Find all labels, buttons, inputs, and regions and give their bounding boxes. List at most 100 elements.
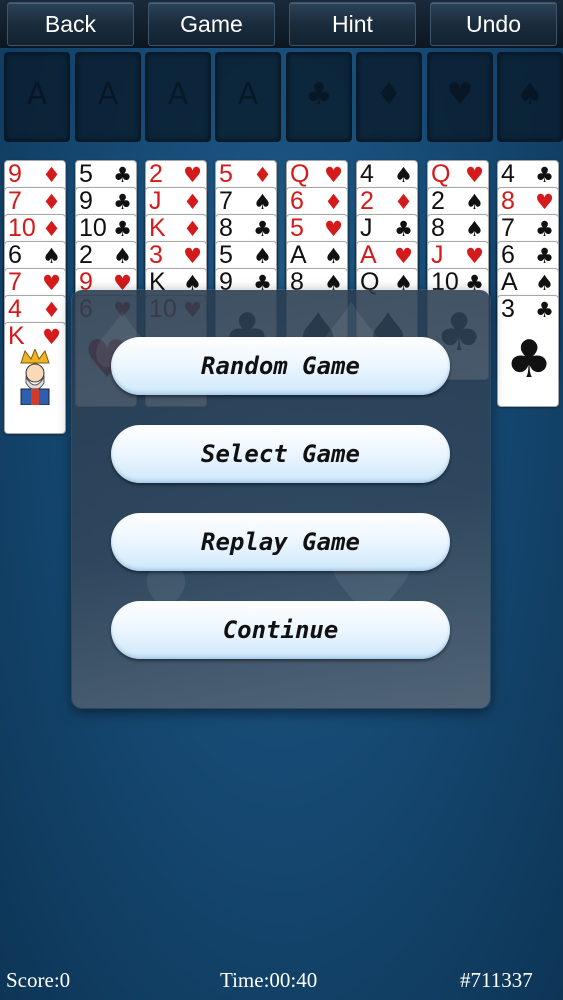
card-rank: A — [360, 241, 377, 269]
foundation-pile[interactable]: ♦ — [356, 52, 422, 142]
card-rank: 5 — [219, 241, 233, 269]
slot-marker: A — [167, 77, 189, 112]
card-suit-icon: ♠ — [113, 244, 132, 268]
card-rank: 6 — [8, 241, 22, 269]
card-rank: 2 — [149, 160, 163, 188]
undo-button[interactable]: Undo — [430, 2, 557, 46]
card-rank: 8 — [431, 214, 445, 242]
free-cell[interactable]: A — [75, 52, 141, 142]
card-suit-icon: ♥ — [465, 244, 484, 268]
slot-marker: ♠ — [516, 77, 544, 112]
card-rank: K — [149, 214, 166, 242]
card-rank: 7 — [8, 187, 22, 215]
slot-marker: ♣ — [305, 77, 333, 112]
card-suit-icon: ♥ — [394, 244, 413, 268]
card-suit-icon: ♠ — [465, 190, 484, 214]
card-suit-icon: ♣ — [113, 217, 132, 241]
card-rank: 5 — [290, 214, 304, 242]
card-suit-icon: ♦ — [324, 190, 343, 214]
score-label: Score:0 — [6, 968, 71, 992]
card-suit-icon: ♠ — [465, 217, 484, 241]
card-suit-icon: ♦ — [253, 163, 272, 187]
slot-marker: ♥ — [446, 77, 474, 112]
card-rank: 7 — [501, 214, 515, 242]
card-rank: 5 — [79, 160, 93, 188]
card-suit-icon: ♠ — [394, 163, 413, 187]
card-suit-icon: ♥ — [42, 325, 61, 349]
card-center-suit-icon: ♣ — [505, 330, 553, 390]
card-rank: A — [501, 268, 518, 296]
card-suit-icon: ♣ — [113, 190, 132, 214]
card-suit-icon: ♦ — [42, 217, 61, 241]
card-rank: 7 — [8, 268, 22, 296]
card-suit-icon: ♠ — [324, 244, 343, 268]
card-suit-icon: ♦ — [42, 190, 61, 214]
card-suit-icon: ♦ — [42, 298, 61, 322]
game-number-label: #711337 — [460, 968, 533, 992]
card-suit-icon: ♣ — [253, 217, 272, 241]
card-rank: 8 — [219, 214, 233, 242]
card-rank: 8 — [501, 187, 515, 215]
card-rank: 10 — [79, 214, 107, 242]
card-suit-icon: ♦ — [183, 190, 202, 214]
card-rank: 3 — [149, 241, 163, 269]
card-rank: Q — [290, 160, 310, 188]
card-rank: 4 — [8, 295, 22, 323]
card-slots-row: A A A A ♣ ♦ ♥ ♠ — [0, 52, 563, 144]
card-suit-icon: ♥ — [183, 163, 202, 187]
card-suit-icon: ♦ — [42, 163, 61, 187]
slot-marker: A — [97, 77, 119, 112]
card-rank: 6 — [501, 241, 515, 269]
card-suit-icon: ♣ — [394, 217, 413, 241]
card-suit-icon: ♣ — [535, 163, 554, 187]
slot-marker: A — [237, 77, 259, 112]
hint-button[interactable]: Hint — [289, 2, 416, 46]
foundation-pile[interactable]: ♥ — [427, 52, 493, 142]
card-suit-icon: ♦ — [394, 190, 413, 214]
card-rank: 3 — [501, 295, 515, 323]
card-suit-icon: ♥ — [535, 190, 554, 214]
king-face-icon — [13, 347, 57, 406]
slot-marker: A — [26, 77, 48, 112]
card-suit-icon: ♥ — [324, 163, 343, 187]
slot-marker: ♦ — [375, 77, 403, 112]
playing-card[interactable]: K ♥ — [4, 322, 66, 434]
playing-card[interactable]: 3 ♣ ♣ — [497, 295, 559, 407]
status-bar: Score:0 Time:00:40 #711337 — [0, 962, 563, 1000]
card-rank: 10 — [8, 214, 36, 242]
free-cell[interactable]: A — [215, 52, 281, 142]
card-rank: 4 — [501, 160, 515, 188]
random-game-button[interactable]: Random Game — [111, 337, 450, 395]
card-rank: Q — [431, 160, 451, 188]
replay-game-button[interactable]: Replay Game — [111, 513, 450, 571]
card-rank: 7 — [219, 187, 233, 215]
card-rank: 4 — [360, 160, 374, 188]
card-suit-icon: ♠ — [253, 244, 272, 268]
continue-button[interactable]: Continue — [111, 601, 450, 659]
card-rank: 9 — [8, 160, 22, 188]
game-button[interactable]: Game — [148, 2, 275, 46]
card-rank: 9 — [79, 187, 93, 215]
card-rank: J — [360, 214, 373, 242]
card-suit-icon: ♥ — [183, 244, 202, 268]
card-suit-icon: ♠ — [253, 190, 272, 214]
foundation-pile[interactable]: ♣ — [286, 52, 352, 142]
card-rank: A — [290, 241, 307, 269]
card-rank: 5 — [219, 160, 233, 188]
free-cell[interactable]: A — [4, 52, 70, 142]
time-label: Time:00:40 — [220, 968, 318, 992]
card-suit-icon: ♠ — [535, 271, 554, 295]
top-toolbar: Back Game Hint Undo — [0, 0, 563, 48]
card-suit-icon: ♣ — [535, 244, 554, 268]
select-game-button[interactable]: Select Game — [111, 425, 450, 483]
back-button[interactable]: Back — [7, 2, 134, 46]
game-menu-dialog: ♠ ♠ ♣ ♥ Random Game Select Game Replay G… — [72, 290, 490, 708]
card-rank: K — [8, 322, 25, 350]
card-rank: 6 — [290, 187, 304, 215]
card-rank: J — [149, 187, 162, 215]
free-cell[interactable]: A — [145, 52, 211, 142]
foundation-pile[interactable]: ♠ — [497, 52, 563, 142]
card-rank: 2 — [431, 187, 445, 215]
card-suit-icon: ♠ — [42, 244, 61, 268]
card-suit-icon: ♣ — [535, 298, 554, 322]
